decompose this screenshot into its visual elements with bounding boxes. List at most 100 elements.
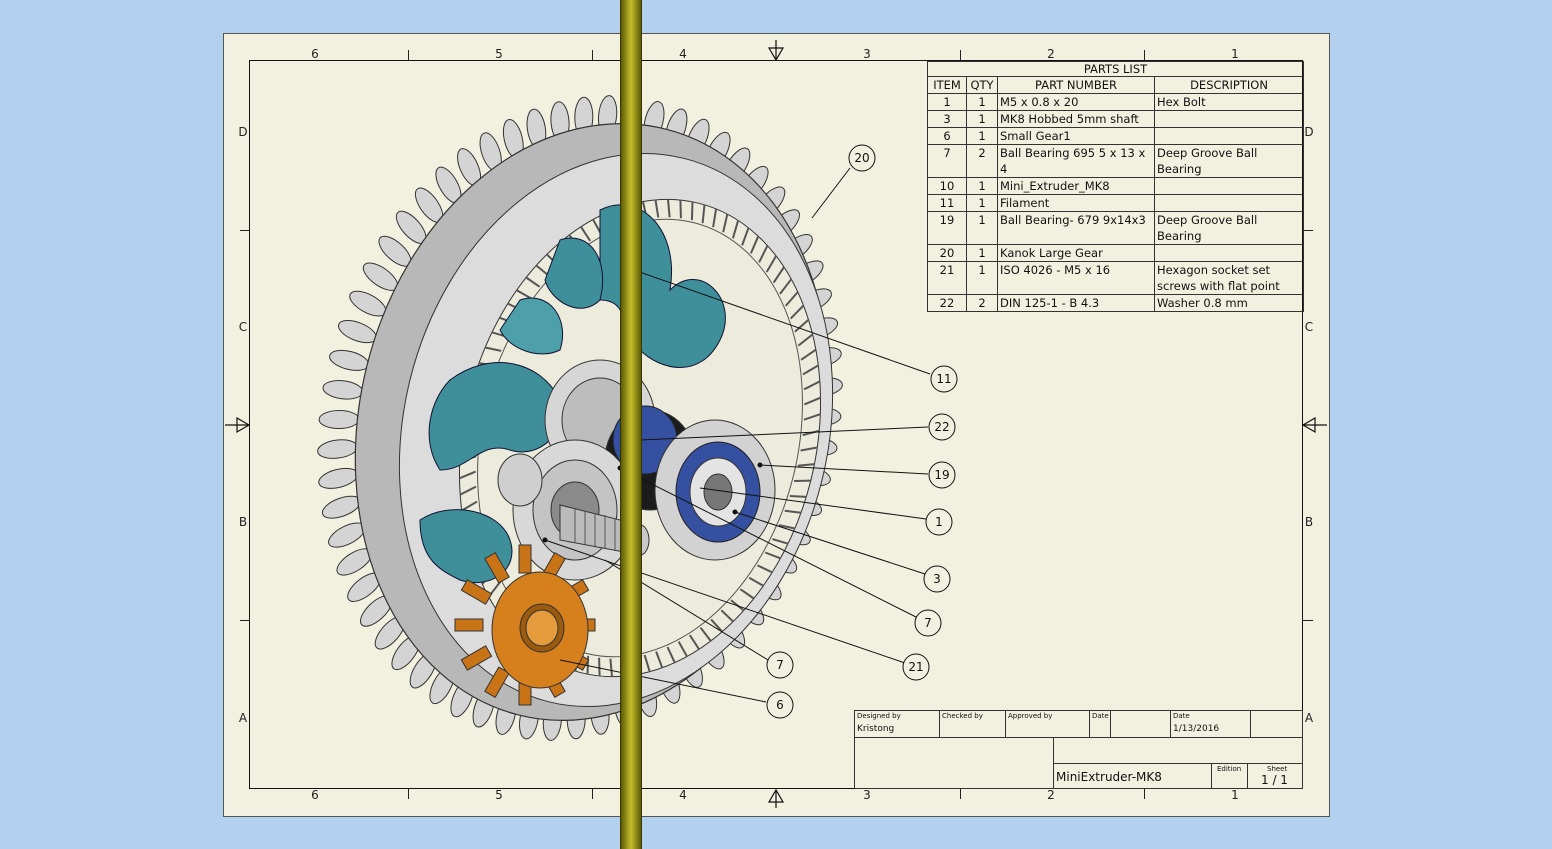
- cell-qty: 1: [966, 211, 998, 245]
- cell-item: 21: [927, 261, 967, 295]
- cell-item: 7: [927, 144, 967, 178]
- title-block: Designed by Kristong Checked by Approved…: [854, 710, 1303, 789]
- cell-item: 20: [927, 244, 967, 262]
- item-balloon: 20: [848, 144, 876, 172]
- balloon-number: 3: [933, 572, 941, 586]
- cell-qty: 1: [966, 127, 998, 145]
- logo-cell: [854, 737, 1054, 789]
- cell-part-number: Ball Bearing 695 5 x 13 x 4: [997, 144, 1155, 178]
- edition-cell: Edition: [1211, 763, 1248, 789]
- gear-inner-tooth: [679, 199, 682, 219]
- gear-tooth: [318, 467, 359, 489]
- table-row: 11 1 Filament: [927, 194, 1304, 212]
- cell-part-number: M5 x 0.8 x 20: [997, 93, 1155, 111]
- drawing-name-cell: MiniExtruder-MK8: [1053, 763, 1212, 789]
- checked-by-label: Checked by: [942, 712, 983, 720]
- cell-description: [1154, 110, 1304, 128]
- cell-item: 19: [927, 211, 967, 245]
- table-row: 10 1 Mini_Extruder_MK8: [927, 177, 1304, 195]
- table-row: 7 2 Ball Bearing 695 5 x 13 x 4 Deep Groove…: [927, 144, 1304, 178]
- cell-item: 3: [927, 110, 967, 128]
- cell-part-number: Mini_Extruder_MK8: [997, 177, 1155, 195]
- vertical-ruler-bar[interactable]: [620, 0, 642, 849]
- cell-item: 1: [927, 93, 967, 111]
- designed-by-label: Designed by: [857, 712, 901, 720]
- gear-tooth: [322, 380, 364, 400]
- cell-description: [1154, 127, 1304, 145]
- cell-part-number: DIN 125-1 - B 4.3: [997, 294, 1155, 312]
- balloon-number: 22: [934, 420, 949, 434]
- gear-tooth: [337, 320, 377, 344]
- cell-part-number: Kanok Large Gear: [997, 244, 1155, 262]
- blank-cell: [1053, 737, 1303, 764]
- table-row: 1 1 M5 x 0.8 x 20 Hex Bolt: [927, 93, 1304, 111]
- balloon-number: 6: [776, 698, 784, 712]
- parts-list-title: PARTS LIST: [927, 61, 1304, 76]
- cell-part-number: Small Gear1: [997, 127, 1155, 145]
- cell-description: [1154, 194, 1304, 212]
- cell-qty: 1: [966, 93, 998, 111]
- approved-by-label: Approved by: [1008, 712, 1053, 720]
- item-balloon: 22: [928, 413, 956, 441]
- header-part-number: PART NUMBER: [997, 76, 1155, 94]
- checked-by-cell: Checked by: [939, 710, 1006, 738]
- cell-description: Hexagon socket set screws with flat poin…: [1154, 261, 1304, 295]
- drawing-name: MiniExtruder-MK8: [1056, 770, 1162, 784]
- header-description: DESCRIPTION: [1154, 76, 1304, 94]
- sheet-cell: Sheet 1 / 1: [1247, 763, 1303, 789]
- sheet-label: Sheet: [1267, 765, 1288, 773]
- designed-by-cell: Designed by Kristong: [854, 710, 940, 738]
- balloon-number: 19: [934, 468, 949, 482]
- item-balloon: 11: [930, 365, 958, 393]
- cell-item: 11: [927, 194, 967, 212]
- cell-description: [1154, 244, 1304, 262]
- cell-part-number: ISO 4026 - M5 x 16: [997, 261, 1155, 295]
- cell-description: Washer 0.8 mm: [1154, 294, 1304, 312]
- item-balloon: 7: [914, 609, 942, 637]
- table-row: 22 2 DIN 125-1 - B 4.3 Washer 0.8 mm: [927, 294, 1304, 312]
- cell-qty: 2: [966, 294, 998, 312]
- small-gear-tooth: [454, 618, 484, 632]
- item-balloon: 21: [902, 653, 930, 681]
- balloon-number: 1: [935, 515, 943, 529]
- item-balloon: 6: [766, 691, 794, 719]
- cell-qty: 1: [966, 110, 998, 128]
- cell-part-number: MK8 Hobbed 5mm shaft: [997, 110, 1155, 128]
- gear-tooth: [318, 409, 360, 430]
- table-row: 19 1 Ball Bearing- 679 9x14x3 Deep Groove B…: [927, 211, 1304, 245]
- date-label: Date: [1092, 712, 1109, 720]
- gear-inner-tooth: [789, 495, 807, 498]
- table-row: 6 1 Small Gear1: [927, 127, 1304, 145]
- sheet-value: 1 / 1: [1261, 773, 1288, 787]
- table-row: 3 1 MK8 Hobbed 5mm shaft: [927, 110, 1304, 128]
- cell-item: 6: [927, 127, 967, 145]
- balloon-number: 7: [924, 616, 932, 630]
- item-balloon: 3: [923, 565, 951, 593]
- cell-part-number: Filament: [997, 194, 1155, 212]
- cell-item: 22: [927, 294, 967, 312]
- table-row: 20 1 Kanok Large Gear: [927, 244, 1304, 262]
- header-qty: QTY: [966, 76, 998, 94]
- parts-list-table: PARTS LIST ITEM QTY PART NUMBER DESCRIPT…: [927, 61, 1304, 312]
- cell-qty: 1: [966, 194, 998, 212]
- cell-description: [1154, 177, 1304, 195]
- cell-part-number: Ball Bearing- 679 9x14x3: [997, 211, 1155, 245]
- edition-label: Edition: [1217, 765, 1242, 773]
- approved-date-cell: Date: [1089, 710, 1111, 738]
- header-item: ITEM: [927, 76, 967, 94]
- table-row: 21 1 ISO 4026 - M5 x 16 Hexagon socket set …: [927, 261, 1304, 295]
- date-cell: Date 1/13/2016: [1170, 710, 1251, 738]
- approved-by-cell: Approved by: [1005, 710, 1090, 738]
- balloon-number: 21: [908, 660, 923, 674]
- cell-qty: 1: [966, 244, 998, 262]
- date-value: 1/13/2016: [1173, 724, 1220, 734]
- small-gear-tooth: [518, 544, 532, 574]
- balloon-number: 20: [854, 151, 869, 165]
- cell-item: 10: [927, 177, 967, 195]
- designed-by-value: Kristong: [857, 724, 895, 734]
- item-balloon: 19: [928, 461, 956, 489]
- item-balloon: 1: [925, 508, 953, 536]
- cell-qty: 2: [966, 144, 998, 178]
- blank-cell: [1110, 710, 1171, 738]
- gear-tooth: [317, 439, 358, 459]
